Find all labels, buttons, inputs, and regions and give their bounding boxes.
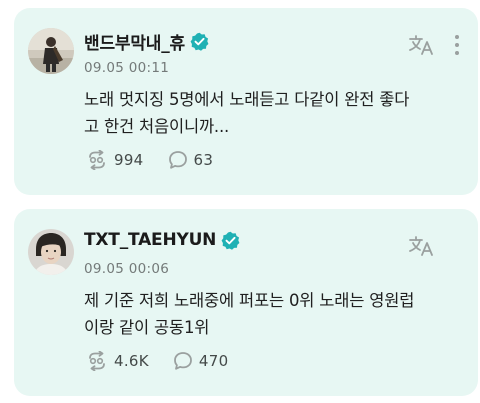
repost-icon [89,351,105,371]
post-card[interactable]: TXT_TAEHYUN 09.05 00:06 제 기준 저희 노래중에 퍼포는… [14,209,478,396]
verified-badge-icon [221,231,240,250]
reply-button[interactable]: 470 [173,351,229,371]
repost-icon [89,150,105,170]
reply-button[interactable]: 63 [168,150,214,170]
translate-icon[interactable] [408,235,434,257]
post-body-line: 고 한건 처음이니까... [84,117,230,136]
verified-badge-icon [190,32,209,51]
post-body-line: 노래 멋지징 5명에서 노래듣고 다같이 완전 좋다 [84,90,410,109]
author-avatar[interactable] [28,28,74,74]
post-card[interactable]: 밴드부막내_휴 09.05 00:11 노래 멋지징 5명에서 노래듣고 다같이… [14,8,478,195]
post-body-line: 제 기준 저희 노래중에 퍼포는 0위 노래는 영원럽 [84,291,415,310]
post-body-line: 이랑 같이 공동1위 [84,318,210,337]
repost-button[interactable]: 994 [86,150,144,170]
post-body: 제 기준 저희 노래중에 퍼포는 0위 노래는 영원럽 이랑 같이 공동1위 [84,287,464,341]
post-timestamp: 09.05 00:11 [84,60,170,76]
post-feed: 밴드부막내_휴 09.05 00:11 노래 멋지징 5명에서 노래듣고 다같이… [0,0,480,403]
author-row: TXT_TAEHYUN [84,230,240,250]
post-actions: 994 63 [86,150,237,170]
repost-count: 4.6K [114,352,149,370]
more-options-icon[interactable] [454,34,460,56]
reply-count: 470 [198,352,229,370]
reply-bubble-icon [168,151,187,169]
post-actions: 4.6K 470 [86,351,252,371]
repost-button[interactable]: 4.6K [86,351,149,371]
author-name[interactable]: TXT_TAEHYUN [84,230,216,250]
reply-bubble-icon [174,352,192,370]
post-timestamp: 09.05 00:06 [84,261,170,277]
author-name[interactable]: 밴드부막내_휴 [84,29,185,54]
reply-count: 63 [193,151,214,169]
author-avatar[interactable] [28,229,74,275]
repost-count: 994 [114,151,144,169]
post-body: 노래 멋지징 5명에서 노래듣고 다같이 완전 좋다 고 한건 처음이니까... [84,86,464,140]
author-row: 밴드부막내_휴 [84,29,209,54]
translate-icon[interactable] [408,34,434,56]
